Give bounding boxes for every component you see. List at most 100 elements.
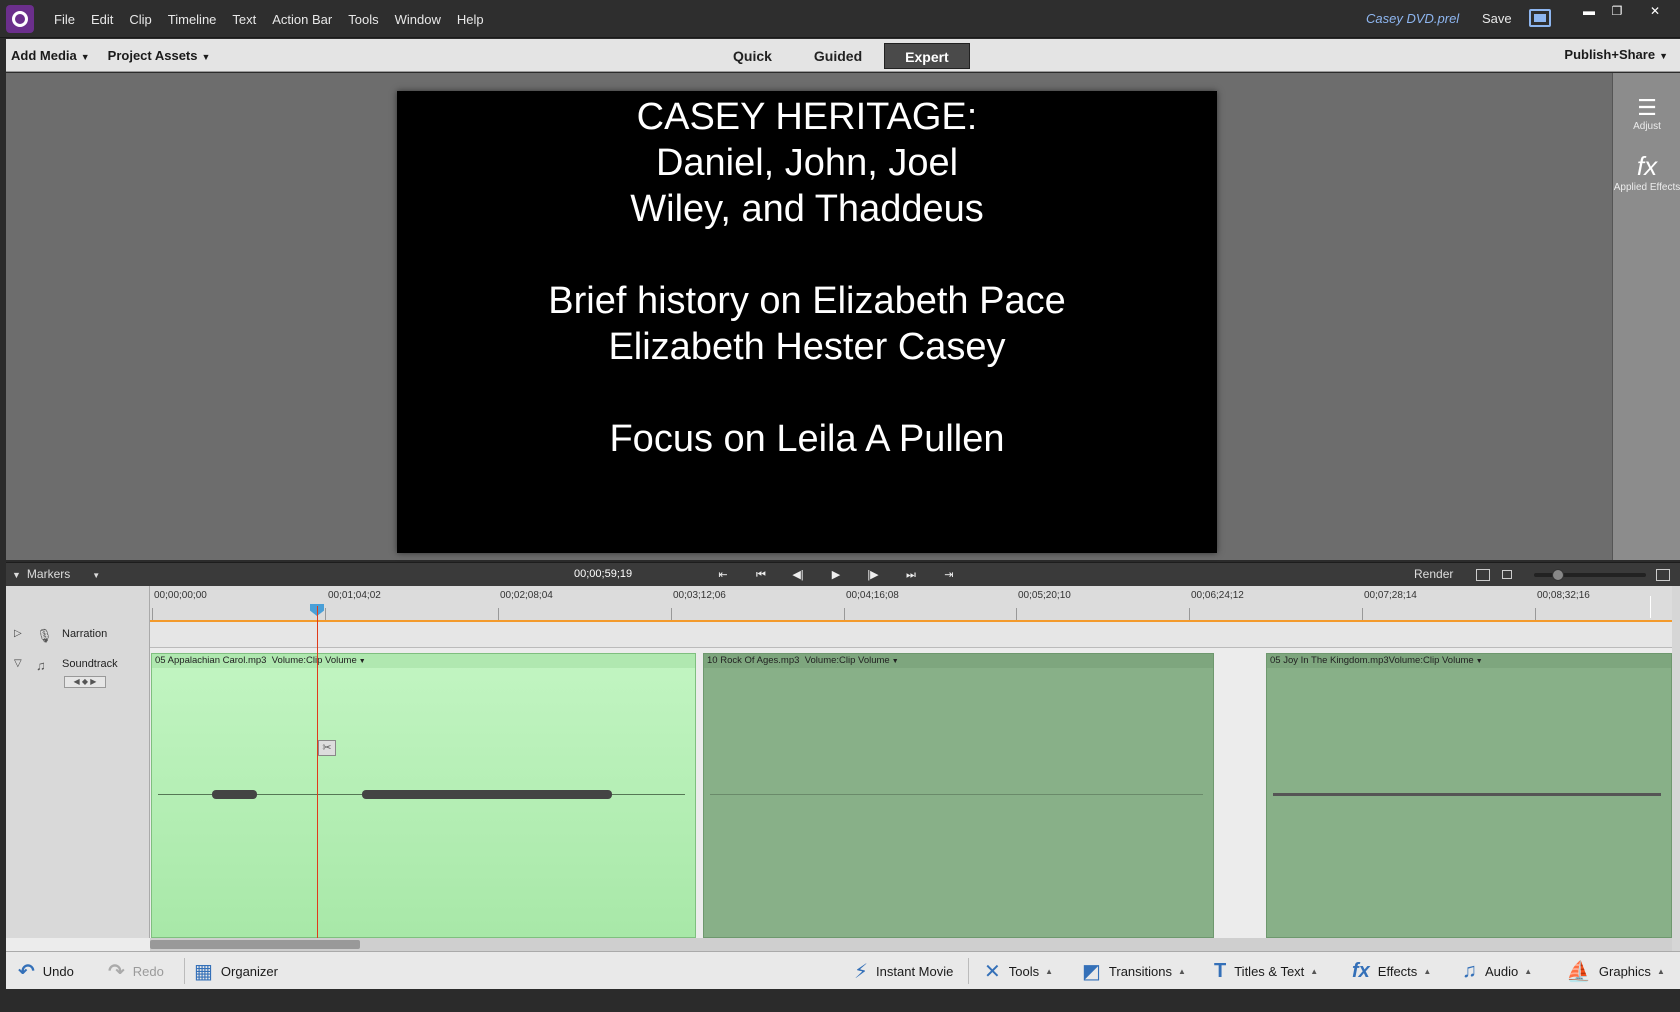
menu-text[interactable]: Text <box>224 12 264 27</box>
preview-line: Daniel, John, Joel <box>655 142 959 184</box>
divider <box>968 958 969 984</box>
ruler-label: 00;03;12;06 <box>673 590 726 601</box>
caret-up-icon: ▲ <box>1178 966 1186 976</box>
timeline-panel: ▷ 🎙 Narration ▽ ♫ Soundtrack ◀ ◆ ▶ 00;00… <box>6 586 1680 951</box>
menu-timeline[interactable]: Timeline <box>160 12 225 27</box>
panel-toggle-icon[interactable] <box>1656 569 1670 581</box>
zoom-slider-thumb[interactable] <box>1552 569 1564 581</box>
keyframe-controls[interactable]: ◀ ◆ ▶ <box>64 676 106 688</box>
publish-share-label: Publish+Share <box>1564 47 1656 62</box>
transitions-icon: ◩ <box>1082 960 1101 983</box>
play-icon[interactable]: ▶ <box>826 566 846 584</box>
app-logo-icon[interactable] <box>6 5 34 33</box>
clip-volume-dropdown[interactable]: Volume:Clip Volume <box>272 655 357 666</box>
undo-button[interactable]: ↶ Undo <box>18 952 74 990</box>
tab-guided[interactable]: Guided <box>794 43 882 69</box>
audio-button[interactable]: ♫ Audio ▲ <box>1462 952 1532 990</box>
caret-up-icon: ▲ <box>1045 966 1054 976</box>
go-to-start-icon[interactable]: ⇤ <box>713 566 733 584</box>
ruler-tick <box>1535 608 1536 620</box>
add-media-dropdown[interactable]: Add Media ▼ <box>11 48 90 63</box>
clip-volume-dropdown[interactable]: Volume:Clip Volume <box>805 655 890 666</box>
caret-up-icon: ▲ <box>1310 966 1319 976</box>
fit-timeline-icon[interactable] <box>1476 569 1490 581</box>
menu-edit[interactable]: Edit <box>83 12 121 27</box>
caret-up-icon: ▲ <box>1524 966 1533 976</box>
menu-tools[interactable]: Tools <box>340 12 386 27</box>
transitions-label: Transitions <box>1108 963 1173 979</box>
ruler-tick <box>325 608 326 620</box>
time-ruler[interactable]: 00;00;00;00 00;01;04;02 00;02;08;04 00;0… <box>150 586 1672 622</box>
menu-file[interactable]: File <box>46 12 83 27</box>
effects-button[interactable]: fx Effects ▲ <box>1352 952 1431 990</box>
action-bar: ↶ Undo ↷ Redo ▦ Organizer ⚡ Instant Movie ✕ T… <box>6 951 1680 989</box>
tab-expert[interactable]: Expert <box>884 43 970 69</box>
collapse-arrow-icon[interactable]: ▽ <box>14 658 22 669</box>
previous-edit-icon[interactable]: ⏮ <box>751 566 771 584</box>
save-button[interactable]: Save <box>1482 11 1512 26</box>
project-assets-dropdown[interactable]: Project Assets ▼ <box>108 48 211 63</box>
clip-name: 05 Appalachian Carol.mp3 <box>155 655 267 666</box>
transport-bar: ▼ Markers ▼ 00;00;59;19 ⇤ ⏮ ◀| ▶ |▶ ⏭ ⇥ Re… <box>6 562 1680 586</box>
graphics-button[interactable]: ⛵ Graphics ▲ <box>1566 952 1665 990</box>
music-note-icon: ♫ <box>36 658 46 673</box>
ruler-label: 00;06;24;12 <box>1191 590 1244 601</box>
markers-dropdown[interactable]: ▼ Markers ▼ <box>12 567 100 581</box>
current-timecode[interactable]: 00;00;59;19 <box>574 568 632 580</box>
ruler-label: 00;00;00;00 <box>154 590 207 601</box>
render-button[interactable]: Render <box>1414 567 1453 581</box>
restore-icon[interactable]: ❐ <box>1606 4 1628 18</box>
go-to-end-icon[interactable]: ⇥ <box>939 566 959 584</box>
tab-quick[interactable]: Quick <box>713 43 792 69</box>
timeline-horizontal-scrollbar[interactable] <box>150 938 1672 951</box>
narration-track[interactable] <box>150 622 1672 648</box>
expand-arrow-icon[interactable]: ▷ <box>14 628 22 639</box>
grid-icon: ▦ <box>194 960 213 983</box>
audio-clip[interactable]: 05 Joy In The Kingdom.mp3Volume:Clip Vol… <box>1266 653 1672 938</box>
timeline-view-icon[interactable] <box>1502 570 1512 579</box>
tools-button[interactable]: ✕ Tools ▲ <box>984 952 1053 990</box>
menu-action-bar[interactable]: Action Bar <box>264 12 340 27</box>
audio-clip[interactable]: 05 Appalachian Carol.mp3 Volume:Clip Vol… <box>151 653 696 938</box>
preview-line: Elizabeth Hester Casey <box>608 326 1006 368</box>
fx-icon: fx <box>1636 151 1658 181</box>
publish-share-dropdown[interactable]: Publish+Share ▼ <box>1564 47 1668 62</box>
applied-effects-label: Applied Effects <box>1613 182 1680 193</box>
instant-movie-button[interactable]: ⚡ Instant Movie <box>854 952 953 990</box>
menu-help[interactable]: Help <box>449 12 492 27</box>
scissors-icon[interactable]: ✂ <box>318 740 336 756</box>
timeline-zoom-slider[interactable] <box>1534 573 1646 577</box>
titles-text-label: Titles & Text <box>1234 963 1305 979</box>
titles-icon: T <box>1214 959 1227 982</box>
audio-clip[interactable]: 10 Rock Of Ages.mp3 Volume:Clip Volume ▼ <box>703 653 1214 938</box>
caret-up-icon: ▲ <box>1423 966 1432 976</box>
adjust-panel-button[interactable]: ☰ Adjust <box>1613 95 1680 132</box>
menu-clip[interactable]: Clip <box>121 12 159 27</box>
transitions-button[interactable]: ◩ Transitions ▲ <box>1082 952 1186 990</box>
chevron-down-icon: ▼ <box>80 52 90 62</box>
menu-window[interactable]: Window <box>387 12 449 27</box>
chevron-down-icon: ▼ <box>891 658 899 665</box>
music-note-icon: ♫ <box>1462 959 1477 982</box>
step-back-icon[interactable]: ◀| <box>788 566 808 584</box>
timeline-vertical-scrollbar[interactable] <box>1672 586 1680 951</box>
clip-header: 10 Rock Of Ages.mp3 Volume:Clip Volume ▼ <box>704 654 1213 668</box>
minimize-icon[interactable]: ▬ <box>1578 4 1600 18</box>
scrollbar-thumb[interactable] <box>150 940 360 949</box>
ruler-label: 00;04;16;08 <box>846 590 899 601</box>
ruler-tick <box>1189 608 1190 620</box>
applied-effects-button[interactable]: fx Applied Effects <box>1613 151 1680 193</box>
preview-line: Wiley, and Thaddeus <box>630 188 984 230</box>
track-headers: ▷ 🎙 Narration ▽ ♫ Soundtrack ◀ ◆ ▶ <box>6 586 150 938</box>
video-preview[interactable]: CASEY HERITAGE: Daniel, John, Joel Wiley… <box>397 91 1217 553</box>
step-forward-icon[interactable]: |▶ <box>863 566 883 584</box>
next-edit-icon[interactable]: ⏭ <box>901 566 921 584</box>
titles-text-button[interactable]: T Titles & Text ▲ <box>1214 952 1318 990</box>
fullscreen-icon[interactable] <box>1529 9 1551 27</box>
clip-volume-dropdown[interactable]: Volume:Clip Volume <box>1389 655 1474 666</box>
preview-line: Brief history on Elizabeth Pace <box>548 280 1066 322</box>
close-icon[interactable]: ✕ <box>1644 4 1666 18</box>
redo-button[interactable]: ↷ Redo <box>108 952 164 990</box>
waveform-baseline <box>710 794 1203 795</box>
organizer-button[interactable]: ▦ Organizer <box>194 952 278 990</box>
